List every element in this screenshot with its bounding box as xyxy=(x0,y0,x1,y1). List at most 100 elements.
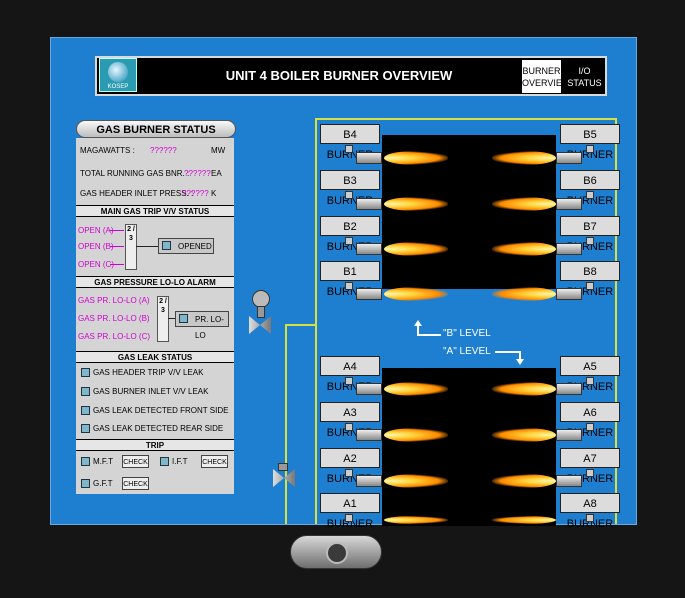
burner-nozzle-icon xyxy=(556,429,582,441)
burner-inlet-valve-icon[interactable] xyxy=(273,463,295,493)
nav-label: STATUS xyxy=(567,78,602,88)
trip-indicator-icon xyxy=(160,457,169,466)
leak-item: GAS HEADER TRIP V/V LEAK xyxy=(93,368,204,377)
gas-pipe xyxy=(315,118,317,524)
burner-valve-icon xyxy=(586,145,594,153)
burner-nozzle-icon xyxy=(556,243,582,255)
flame-icon xyxy=(384,428,448,442)
leak-item: GAS BURNER INLET V/V LEAK xyxy=(93,387,209,396)
burner-a5[interactable]: A5 BURNER xyxy=(560,356,620,393)
company-logo: KOSEP xyxy=(99,58,137,92)
mft-check-button[interactable]: CHECK xyxy=(122,455,149,468)
gft-label: G.F.T xyxy=(93,479,113,488)
hmi-screen: KOSEP UNIT 4 BOILER BURNER OVERVIEW BURN… xyxy=(50,37,637,530)
burner-valve-icon xyxy=(586,237,594,245)
b-level-label: "B" LEVEL xyxy=(443,328,491,339)
row-unit: MW xyxy=(211,146,226,155)
burner-a4[interactable]: A4 BURNER xyxy=(320,356,380,393)
burner-a1[interactable]: A1 BURNER xyxy=(320,493,380,530)
trip-indicator-icon xyxy=(81,479,90,488)
open-a-label: OPEN (A) xyxy=(78,226,114,235)
leak-indicator-icon xyxy=(81,424,90,433)
globe-icon xyxy=(108,62,128,82)
burner-b6[interactable]: B6 BURNER xyxy=(560,170,620,207)
burner-b4[interactable]: B4 BURNER xyxy=(320,124,380,161)
header-press-row: GAS HEADER INLET PRESS. : ?????? K xyxy=(80,189,216,198)
open-c-label: OPEN (C) xyxy=(78,260,114,269)
burner-b1[interactable]: B1 BURNER xyxy=(320,261,380,298)
running-burners-row: TOTAL RUNNING GAS BNR. : ?????? EA xyxy=(80,169,222,178)
burner-b5[interactable]: B5 BURNER xyxy=(560,124,620,161)
arrow-up-icon xyxy=(414,320,422,336)
flame-icon xyxy=(492,197,556,211)
flame-icon xyxy=(492,428,556,442)
burner-valve-icon xyxy=(345,423,353,431)
burner-valve-icon xyxy=(586,423,594,431)
vote-2-of-3: 2 / 3 xyxy=(157,296,169,342)
burner-nozzle-icon xyxy=(556,152,582,164)
burner-nozzle-icon xyxy=(356,429,382,441)
gas-burner-status-title: GAS BURNER STATUS xyxy=(76,120,236,138)
megawatts-value: ?????? xyxy=(150,146,177,155)
megawatts-row: MAGAWATTS : ?????? MW xyxy=(80,146,225,155)
gft-check-button[interactable]: CHECK xyxy=(122,477,149,490)
nav-burner-overview-button[interactable]: BURNER OVERVIEW xyxy=(521,59,570,94)
burner-valve-icon xyxy=(345,237,353,245)
flame-icon xyxy=(384,151,448,165)
flame-icon xyxy=(384,242,448,256)
burner-b3[interactable]: B3 BURNER xyxy=(320,170,380,207)
burner-nozzle-icon xyxy=(356,383,382,395)
mft-label: M.F.T xyxy=(93,457,113,466)
burner-a2[interactable]: A2 BURNER xyxy=(320,448,380,485)
row-unit: K xyxy=(211,189,217,198)
row-label: MAGAWATTS : xyxy=(80,146,135,155)
burner-valve-icon xyxy=(586,282,594,290)
burner-b7[interactable]: B7 BURNER xyxy=(560,216,620,253)
flame-icon xyxy=(492,516,556,524)
burner-nozzle-icon xyxy=(356,198,382,210)
home-nav-button[interactable] xyxy=(290,535,382,569)
burner-valve-icon xyxy=(345,377,353,385)
nav-io-status-button[interactable]: I/O STATUS xyxy=(564,59,605,94)
nav-label: I/O xyxy=(578,66,591,76)
row-label: GAS HEADER INLET PRESS. : xyxy=(80,189,194,198)
flame-icon xyxy=(384,474,448,488)
burner-nozzle-icon xyxy=(356,243,382,255)
header-trip-valve-icon[interactable] xyxy=(249,290,271,336)
leak-item: GAS LEAK DETECTED FRONT SIDE xyxy=(93,406,229,415)
page-title: UNIT 4 BOILER BURNER OVERVIEW xyxy=(225,68,453,83)
burner-valve-icon xyxy=(345,145,353,153)
burner-valve-icon xyxy=(586,514,594,522)
burner-a7[interactable]: A7 BURNER xyxy=(560,448,620,485)
flame-icon xyxy=(384,197,448,211)
nav-label: BURNER xyxy=(522,66,561,76)
burner-b8[interactable]: B8 BURNER xyxy=(560,261,620,298)
row-unit: EA xyxy=(211,169,222,178)
burner-nozzle-icon xyxy=(556,475,582,487)
gas-pipe xyxy=(285,324,315,326)
pr-lolo-a-label: GAS PR. LO-LO (A) xyxy=(78,296,150,305)
pr-lolo-c-label: GAS PR. LO-LO (C) xyxy=(78,332,151,341)
flame-icon xyxy=(384,516,448,524)
leak-indicator-icon xyxy=(81,368,90,377)
leak-item: GAS LEAK DETECTED REAR SIDE xyxy=(93,424,224,433)
burner-a3[interactable]: A3 BURNER xyxy=(320,402,380,439)
burner-valve-icon xyxy=(345,469,353,477)
ift-label: I.F.T xyxy=(172,457,188,466)
burner-a6[interactable]: A6 BURNER xyxy=(560,402,620,439)
flame-icon xyxy=(492,474,556,488)
a-level-label: "A" LEVEL xyxy=(443,346,491,357)
burner-valve-icon xyxy=(345,282,353,290)
gas-leak-title: GAS LEAK STATUS xyxy=(76,351,234,363)
logo-text: KOSEP xyxy=(107,84,129,90)
burner-b2[interactable]: B2 BURNER xyxy=(320,216,380,253)
leak-indicator-icon xyxy=(81,406,90,415)
flame-icon xyxy=(492,242,556,256)
burner-nozzle-icon xyxy=(356,152,382,164)
burner-valve-icon xyxy=(345,191,353,199)
burner-a8[interactable]: A8 BURNER xyxy=(560,493,620,530)
ift-check-button[interactable]: CHECK xyxy=(201,455,228,468)
home-icon xyxy=(326,542,348,564)
burner-nozzle-icon xyxy=(356,475,382,487)
trip-title: TRIP xyxy=(76,439,234,451)
